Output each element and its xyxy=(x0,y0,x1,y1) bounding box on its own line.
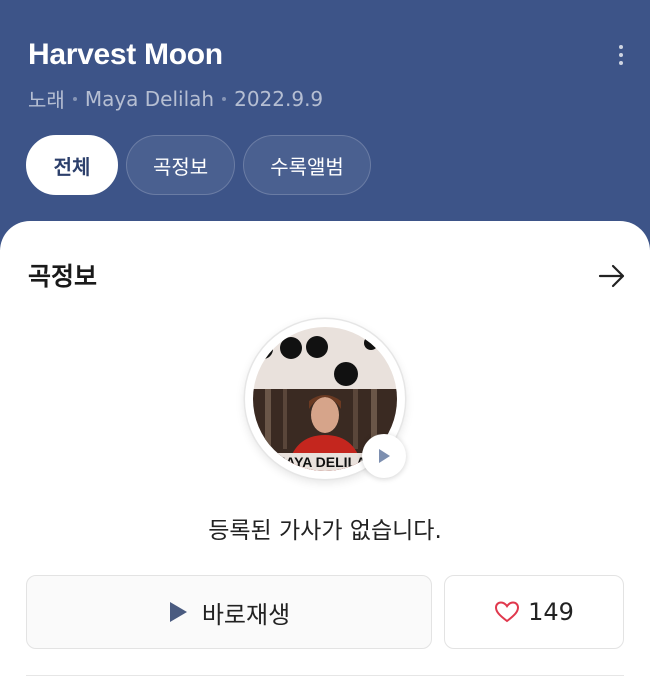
song-info-section: 곡정보 MAYA DELILAH 등록된 가사가 없습니다. 바로재생 149 xyxy=(0,221,650,691)
tab-all[interactable]: 전체 xyxy=(26,135,118,195)
more-options-button[interactable] xyxy=(608,38,634,72)
section-title: 곡정보 xyxy=(28,262,98,291)
song-type: 노래 xyxy=(28,88,65,112)
empty-lyrics-message: 등록된 가사가 없습니다. xyxy=(208,518,442,544)
heart-icon xyxy=(495,601,520,623)
release-date: 2022.9.9 xyxy=(234,86,324,111)
play-now-label: 바로재생 xyxy=(201,600,291,629)
cover-play-button[interactable] xyxy=(362,434,406,478)
arrow-right-icon xyxy=(598,264,625,288)
meta-separator xyxy=(222,96,227,101)
meta-separator xyxy=(72,96,77,101)
song-header: Harvest Moon 노래 Maya Delilah 2022.9.9 전체… xyxy=(0,0,650,250)
like-count: 149 xyxy=(528,598,574,626)
artist-link[interactable]: Maya Delilah xyxy=(85,87,214,111)
cover-artist-text: MAYA DELILAH xyxy=(274,454,377,470)
more-vertical-icon xyxy=(619,45,623,49)
tab-albums[interactable]: 수록앨범 xyxy=(243,135,371,195)
song-title: Harvest Moon xyxy=(28,38,223,71)
play-icon xyxy=(169,602,187,622)
tab-song-info[interactable]: 곡정보 xyxy=(126,135,236,195)
like-button[interactable]: 149 xyxy=(444,575,624,649)
play-now-button[interactable]: 바로재생 xyxy=(26,575,432,649)
play-icon xyxy=(379,449,390,463)
song-meta: 노래 Maya Delilah 2022.9.9 xyxy=(28,84,323,113)
section-more-button[interactable] xyxy=(598,263,626,289)
divider xyxy=(26,675,624,676)
tab-bar: 전체 곡정보 수록앨범 xyxy=(26,135,371,195)
